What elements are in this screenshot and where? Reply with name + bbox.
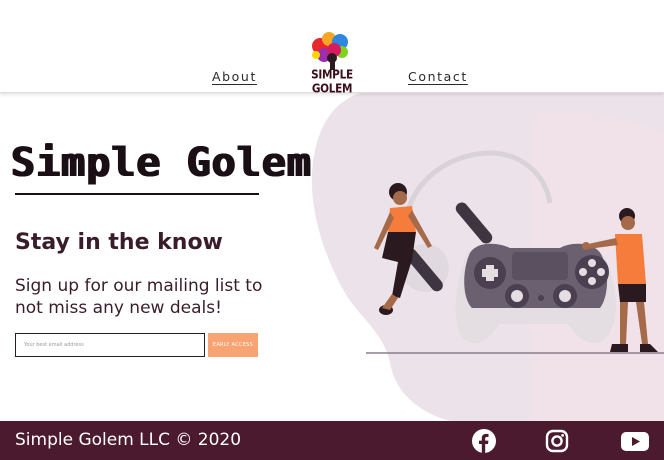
site-footer: Simple Golem LLC © 2020 xyxy=(0,421,664,460)
golem-tree-icon xyxy=(312,32,348,70)
gamers-illustration xyxy=(366,150,664,354)
instagram-icon[interactable] xyxy=(545,429,569,453)
subheading: Stay in the know xyxy=(15,230,223,255)
email-field[interactable] xyxy=(15,333,205,357)
title-divider xyxy=(15,193,259,195)
early-access-button[interactable]: EARLY ACCESS xyxy=(208,333,258,357)
tagline: Sign up for our mailing list to not miss… xyxy=(15,276,263,318)
youtube-icon[interactable] xyxy=(621,429,649,453)
nav-contact-link[interactable]: Contact xyxy=(408,69,468,84)
facebook-icon[interactable] xyxy=(472,429,496,453)
hero-title: Simple Golem xyxy=(11,140,312,186)
nav-about-link[interactable]: About xyxy=(212,69,257,84)
copyright-text: Simple Golem LLC © 2020 xyxy=(15,430,242,450)
logo[interactable]: SIMPLE GOLEM xyxy=(294,28,370,96)
logo-wordmark: SIMPLE GOLEM xyxy=(311,68,353,96)
site-header: About SIMPLE GOLEM Contact xyxy=(0,0,664,96)
